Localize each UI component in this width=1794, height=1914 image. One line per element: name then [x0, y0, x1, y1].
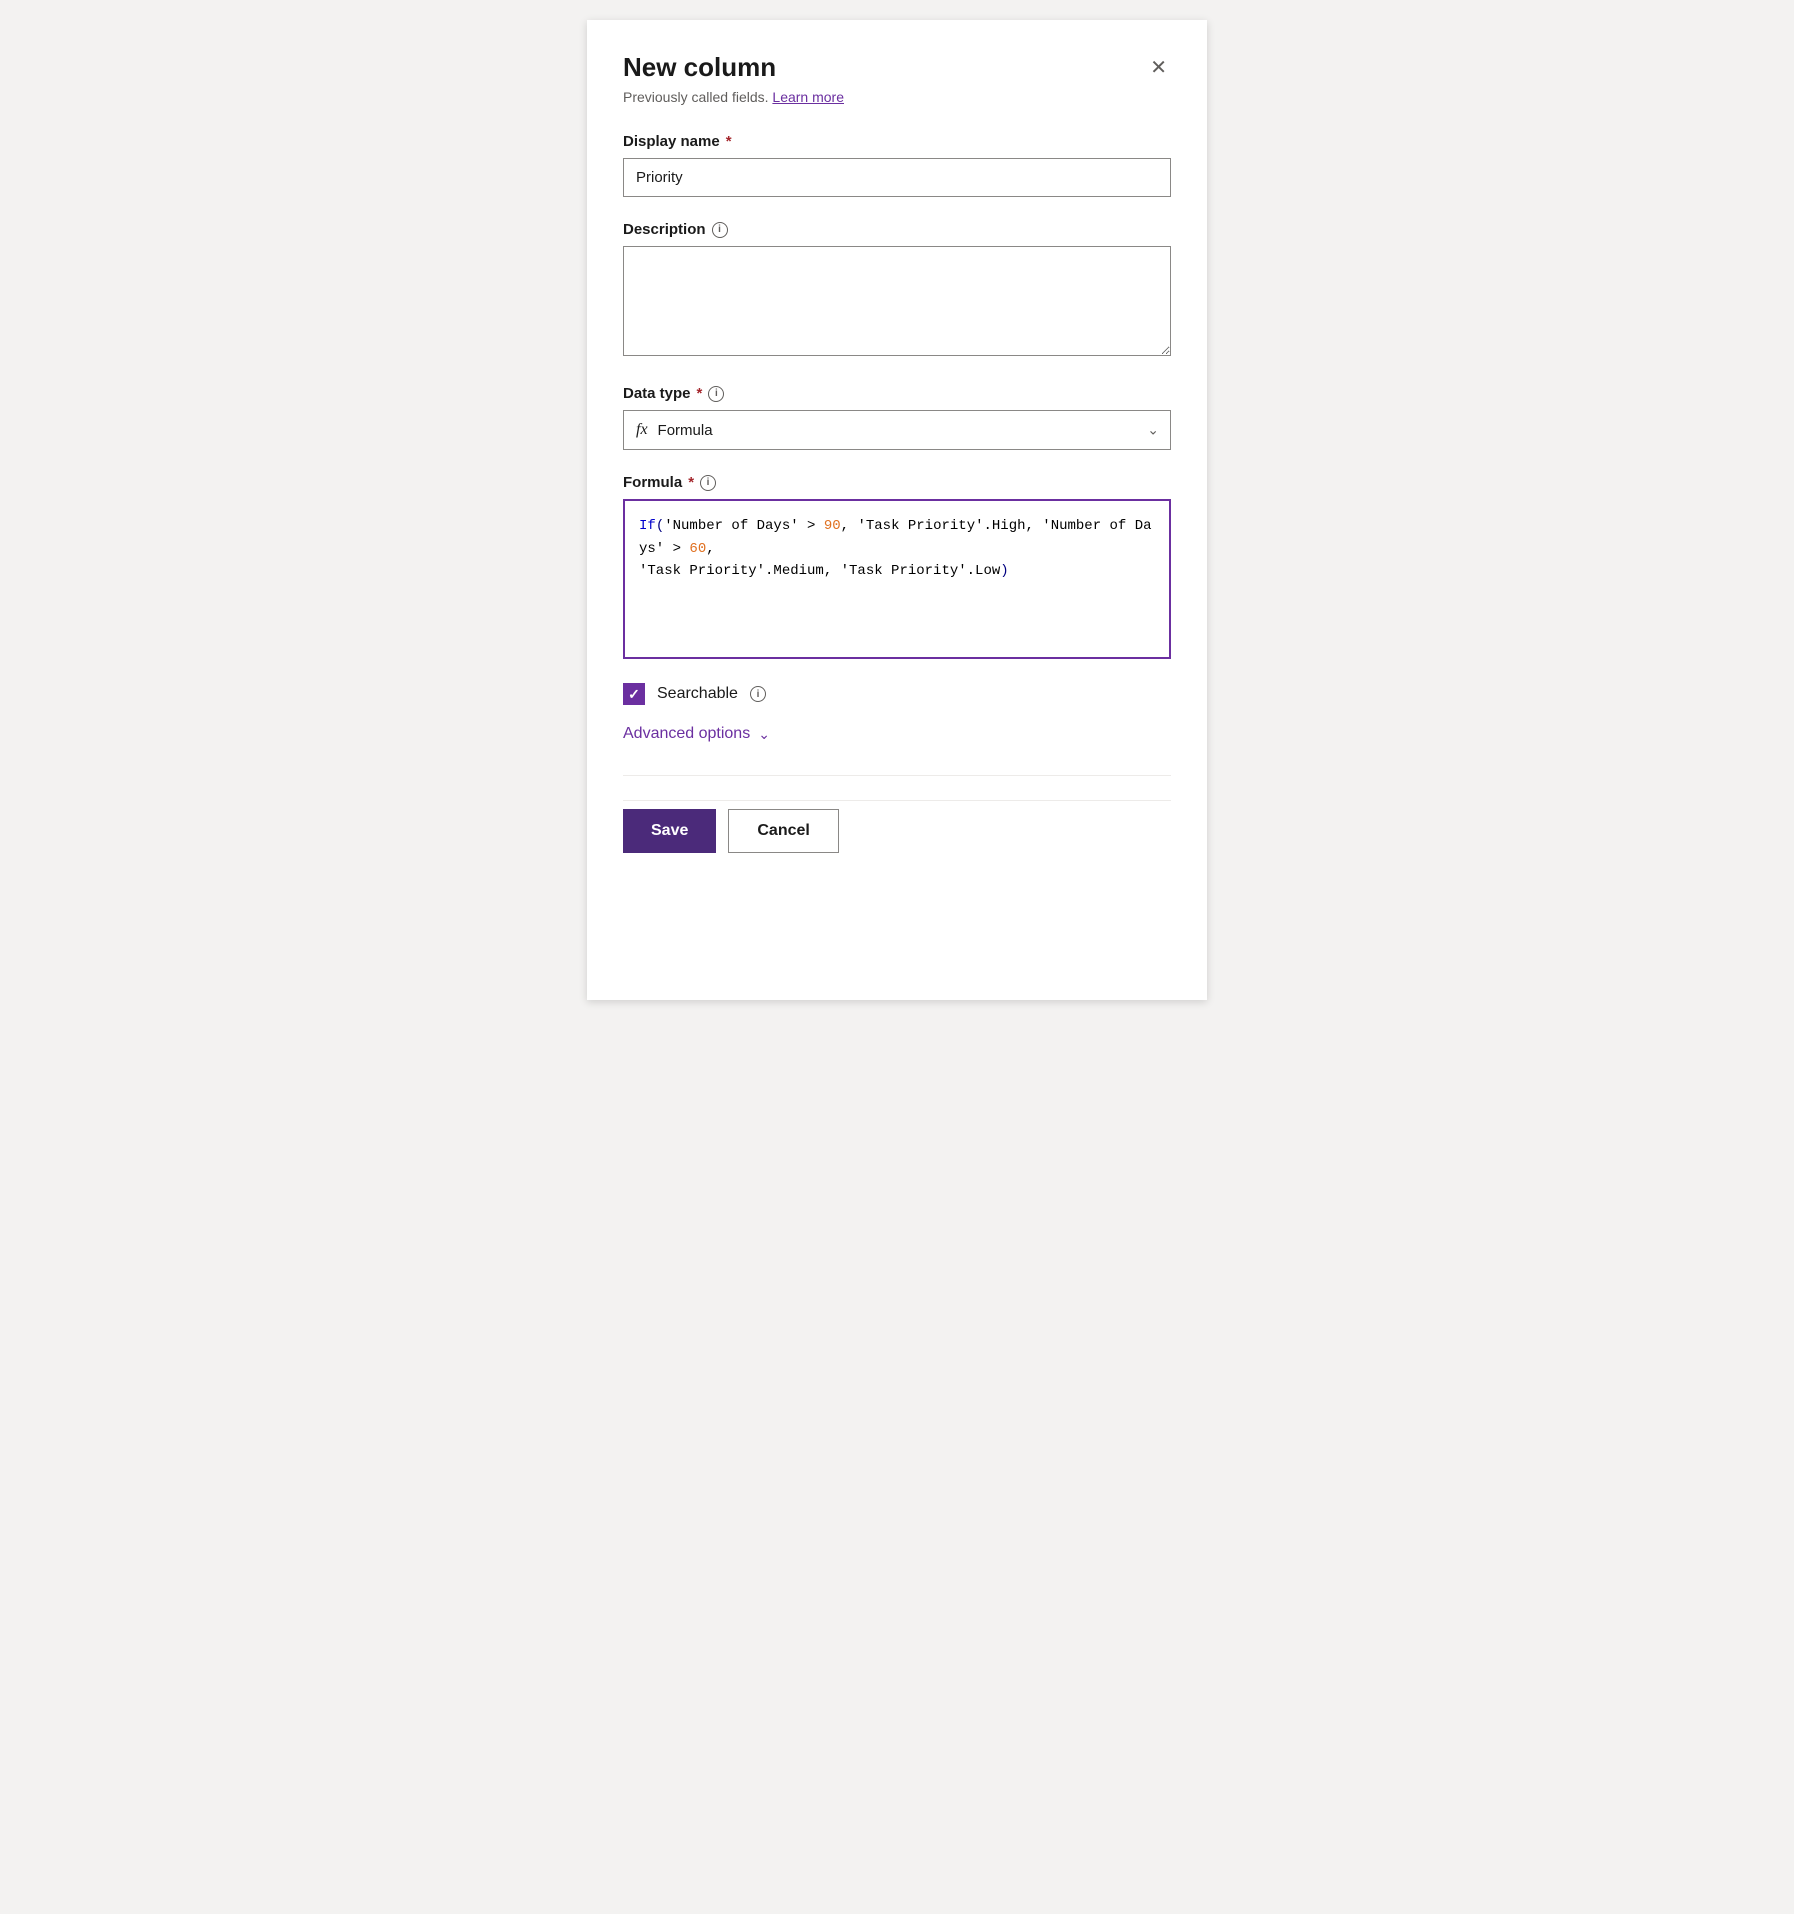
new-column-panel: New column ✕ Previously called fields. L… — [587, 20, 1207, 1000]
formula-editor[interactable]: If('Number of Days' > 90, 'Task Priority… — [623, 499, 1171, 659]
cancel-button[interactable]: Cancel — [728, 809, 838, 853]
searchable-label: Searchable — [657, 685, 738, 703]
footer-buttons: Save Cancel — [623, 800, 1171, 853]
display-name-section: Display name * — [623, 133, 1171, 197]
checkmark-icon: ✓ — [628, 687, 640, 701]
display-name-required: * — [726, 133, 732, 150]
advanced-options-label: Advanced options — [623, 725, 750, 743]
panel-subtitle: Previously called fields. Learn more — [623, 89, 1171, 105]
display-name-input[interactable] — [623, 158, 1171, 197]
data-type-info-icon[interactable]: i — [708, 386, 724, 402]
formula-required: * — [688, 474, 694, 491]
panel-header: New column ✕ — [623, 52, 1171, 83]
advanced-options-row[interactable]: Advanced options ⌄ — [623, 725, 1171, 743]
fx-icon: fx — [636, 421, 648, 439]
data-type-section: Data type * i fx Formula ⌄ — [623, 385, 1171, 450]
learn-more-link[interactable]: Learn more — [772, 89, 844, 105]
data-type-value: Formula — [658, 422, 713, 439]
data-type-label: Data type * i — [623, 385, 1171, 402]
description-label: Description i — [623, 221, 1171, 238]
footer-divider — [623, 775, 1171, 776]
advanced-options-chevron-icon: ⌄ — [758, 726, 770, 743]
searchable-row: ✓ Searchable i — [623, 683, 1171, 705]
data-type-select-wrapper: fx Formula ⌄ — [623, 410, 1171, 450]
description-section: Description i — [623, 221, 1171, 361]
searchable-info-icon[interactable]: i — [750, 686, 766, 702]
formula-section: Formula * i If('Number of Days' > 90, 'T… — [623, 474, 1171, 659]
save-button[interactable]: Save — [623, 809, 716, 853]
formula-info-icon[interactable]: i — [700, 475, 716, 491]
description-info-icon[interactable]: i — [712, 222, 728, 238]
panel-title: New column — [623, 52, 776, 83]
data-type-required: * — [697, 385, 703, 402]
searchable-checkbox[interactable]: ✓ — [623, 683, 645, 705]
description-input[interactable] — [623, 246, 1171, 356]
display-name-label: Display name * — [623, 133, 1171, 150]
close-button[interactable]: ✕ — [1146, 54, 1171, 82]
formula-label: Formula * i — [623, 474, 1171, 491]
data-type-select[interactable]: fx Formula — [623, 410, 1171, 450]
